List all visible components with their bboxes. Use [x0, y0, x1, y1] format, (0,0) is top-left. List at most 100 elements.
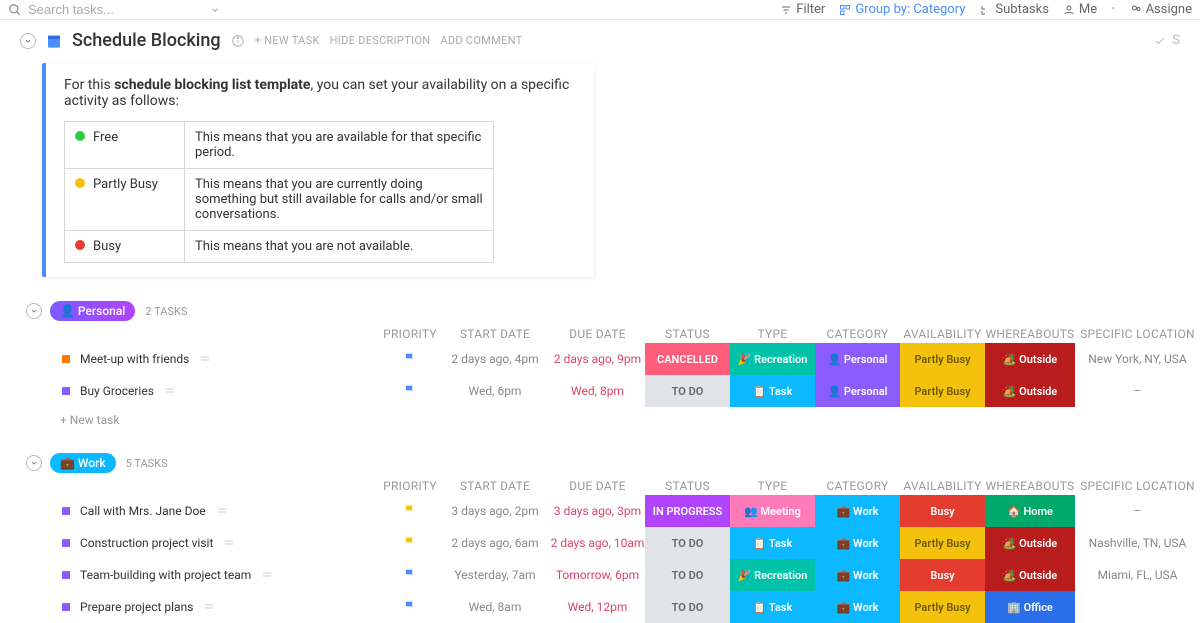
subtasks-button[interactable]: Subtasks: [979, 2, 1049, 17]
more-icon[interactable]: [261, 569, 273, 581]
whereabouts-cell[interactable]: 🏕️ Outside: [985, 527, 1075, 559]
task-name-cell[interactable]: Meet-up with friends: [0, 352, 380, 366]
due-date[interactable]: 2 days ago, 9pm: [550, 343, 645, 375]
assignee-button[interactable]: Assigne: [1130, 2, 1192, 17]
availability-cell[interactable]: Partly Busy: [900, 527, 985, 559]
status-cell[interactable]: IN PROGRESS: [645, 495, 730, 527]
more-icon[interactable]: [223, 537, 235, 549]
table-row[interactable]: Buy Groceries Wed, 6pm Wed, 8pm TO DO 📋 …: [0, 375, 1200, 407]
me-button[interactable]: Me: [1063, 2, 1097, 17]
category-cell[interactable]: 👤 Personal: [815, 343, 900, 375]
type-cell[interactable]: 🎉 Recreation: [730, 559, 815, 591]
priority-cell[interactable]: [380, 591, 440, 623]
status-cell[interactable]: TO DO: [645, 591, 730, 623]
status-cell[interactable]: TO DO: [645, 527, 730, 559]
column-headers: PRIORITY START DATE DUE DATE STATUS TYPE…: [0, 325, 1200, 343]
status-cell[interactable]: TO DO: [645, 559, 730, 591]
group-collapse[interactable]: [26, 455, 42, 471]
more-icon[interactable]: [164, 385, 176, 397]
due-date[interactable]: Wed, 8pm: [550, 375, 645, 407]
category-cell[interactable]: 💼 Work: [815, 527, 900, 559]
start-date[interactable]: 2 days ago, 4pm: [440, 343, 550, 375]
whereabouts-cell[interactable]: 🏢 Office: [985, 591, 1075, 623]
location-cell[interactable]: –: [1075, 495, 1200, 527]
group-header: 👤 Personal 2 TASKS: [0, 297, 1200, 321]
availability-cell[interactable]: Busy: [900, 559, 985, 591]
group-collapse[interactable]: [26, 303, 42, 319]
start-date[interactable]: Wed, 6pm: [440, 375, 550, 407]
due-date[interactable]: 3 days ago, 3pm: [550, 495, 645, 527]
category-cell[interactable]: 💼 Work: [815, 495, 900, 527]
group-by-button[interactable]: Group by: Category: [839, 2, 965, 17]
type-cell[interactable]: 📋 Task: [730, 591, 815, 623]
flag-icon: [403, 352, 417, 366]
location-cell[interactable]: [1075, 591, 1200, 623]
table-row[interactable]: Call with Mrs. Jane Doe 3 days ago, 2pm …: [0, 495, 1200, 527]
info-icon[interactable]: [231, 34, 245, 48]
whereabouts-cell[interactable]: 🏕️ Outside: [985, 375, 1075, 407]
priority-dot: [62, 571, 70, 579]
new-task-link[interactable]: + NEW TASK: [255, 34, 320, 47]
hide-description-link[interactable]: HIDE DESCRIPTION: [330, 34, 431, 47]
more-icon[interactable]: [199, 353, 211, 365]
col-due: DUE DATE: [550, 325, 645, 343]
due-date[interactable]: Wed, 12pm: [550, 591, 645, 623]
start-date[interactable]: 2 days ago, 6am: [440, 527, 550, 559]
search-input[interactable]: [28, 2, 204, 17]
table-row[interactable]: Construction project visit 2 days ago, 6…: [0, 527, 1200, 559]
due-date[interactable]: Tomorrow, 6pm: [550, 559, 645, 591]
start-date[interactable]: 3 days ago, 2pm: [440, 495, 550, 527]
category-cell[interactable]: 👤 Personal: [815, 375, 900, 407]
add-comment-link[interactable]: ADD COMMENT: [440, 34, 522, 47]
priority-cell[interactable]: [380, 343, 440, 375]
availability-cell[interactable]: Partly Busy: [900, 343, 985, 375]
group-chip[interactable]: 👤 Personal: [50, 301, 135, 321]
whereabouts-cell[interactable]: 🏕️ Outside: [985, 559, 1075, 591]
page-title: Schedule Blocking: [72, 30, 221, 51]
type-cell[interactable]: 👥 Meeting: [730, 495, 815, 527]
due-date[interactable]: 2 days ago, 10am: [550, 527, 645, 559]
type-cell[interactable]: 📋 Task: [730, 527, 815, 559]
desc-prefix: For this: [64, 77, 114, 93]
more-icon[interactable]: [203, 601, 215, 613]
collapse-toggle[interactable]: [20, 33, 36, 49]
status-cell[interactable]: CANCELLED: [645, 343, 730, 375]
new-task-button[interactable]: + New task: [0, 407, 1200, 433]
task-name-cell[interactable]: Buy Groceries: [0, 384, 380, 398]
priority-cell[interactable]: [380, 495, 440, 527]
filter-button[interactable]: Filter: [780, 2, 825, 17]
location-cell[interactable]: –: [1075, 375, 1200, 407]
start-date[interactable]: Yesterday, 7am: [440, 559, 550, 591]
type-cell[interactable]: 📋 Task: [730, 375, 815, 407]
availability-cell[interactable]: Partly Busy: [900, 591, 985, 623]
status-cell[interactable]: TO DO: [645, 375, 730, 407]
location-cell[interactable]: New York, NY, USA: [1075, 343, 1200, 375]
group-chip[interactable]: 💼 Work: [50, 453, 116, 473]
location-cell[interactable]: Nashville, TN, USA: [1075, 527, 1200, 559]
task-name-cell[interactable]: Team-building with project team: [0, 568, 380, 582]
availability-cell[interactable]: Busy: [900, 495, 985, 527]
task-name-cell[interactable]: Prepare project plans: [0, 600, 380, 614]
category-cell[interactable]: 💼 Work: [815, 559, 900, 591]
priority-cell[interactable]: [380, 559, 440, 591]
start-date[interactable]: Wed, 8am: [440, 591, 550, 623]
col-status: STATUS: [645, 477, 730, 495]
type-cell[interactable]: 🎉 Recreation: [730, 343, 815, 375]
legend-text: This means that you are currently doing …: [185, 169, 494, 231]
whereabouts-cell[interactable]: 🏕️ Outside: [985, 343, 1075, 375]
table-row[interactable]: Meet-up with friends 2 days ago, 4pm 2 d…: [0, 343, 1200, 375]
category-cell[interactable]: 💼 Work: [815, 591, 900, 623]
priority-cell[interactable]: [380, 527, 440, 559]
chevron-down-icon: [24, 37, 32, 45]
availability-cell[interactable]: Partly Busy: [900, 375, 985, 407]
group-count: 2 TASKS: [145, 305, 187, 318]
priority-cell[interactable]: [380, 375, 440, 407]
whereabouts-cell[interactable]: 🏠 Home: [985, 495, 1075, 527]
chevron-down-icon[interactable]: [210, 5, 220, 15]
task-name-cell[interactable]: Call with Mrs. Jane Doe: [0, 504, 380, 518]
location-cell[interactable]: Miami, FL, USA: [1075, 559, 1200, 591]
more-icon[interactable]: [216, 505, 228, 517]
task-name-cell[interactable]: Construction project visit: [0, 536, 380, 550]
table-row[interactable]: Team-building with project team Yesterda…: [0, 559, 1200, 591]
table-row[interactable]: Prepare project plans Wed, 8am Wed, 12pm…: [0, 591, 1200, 623]
